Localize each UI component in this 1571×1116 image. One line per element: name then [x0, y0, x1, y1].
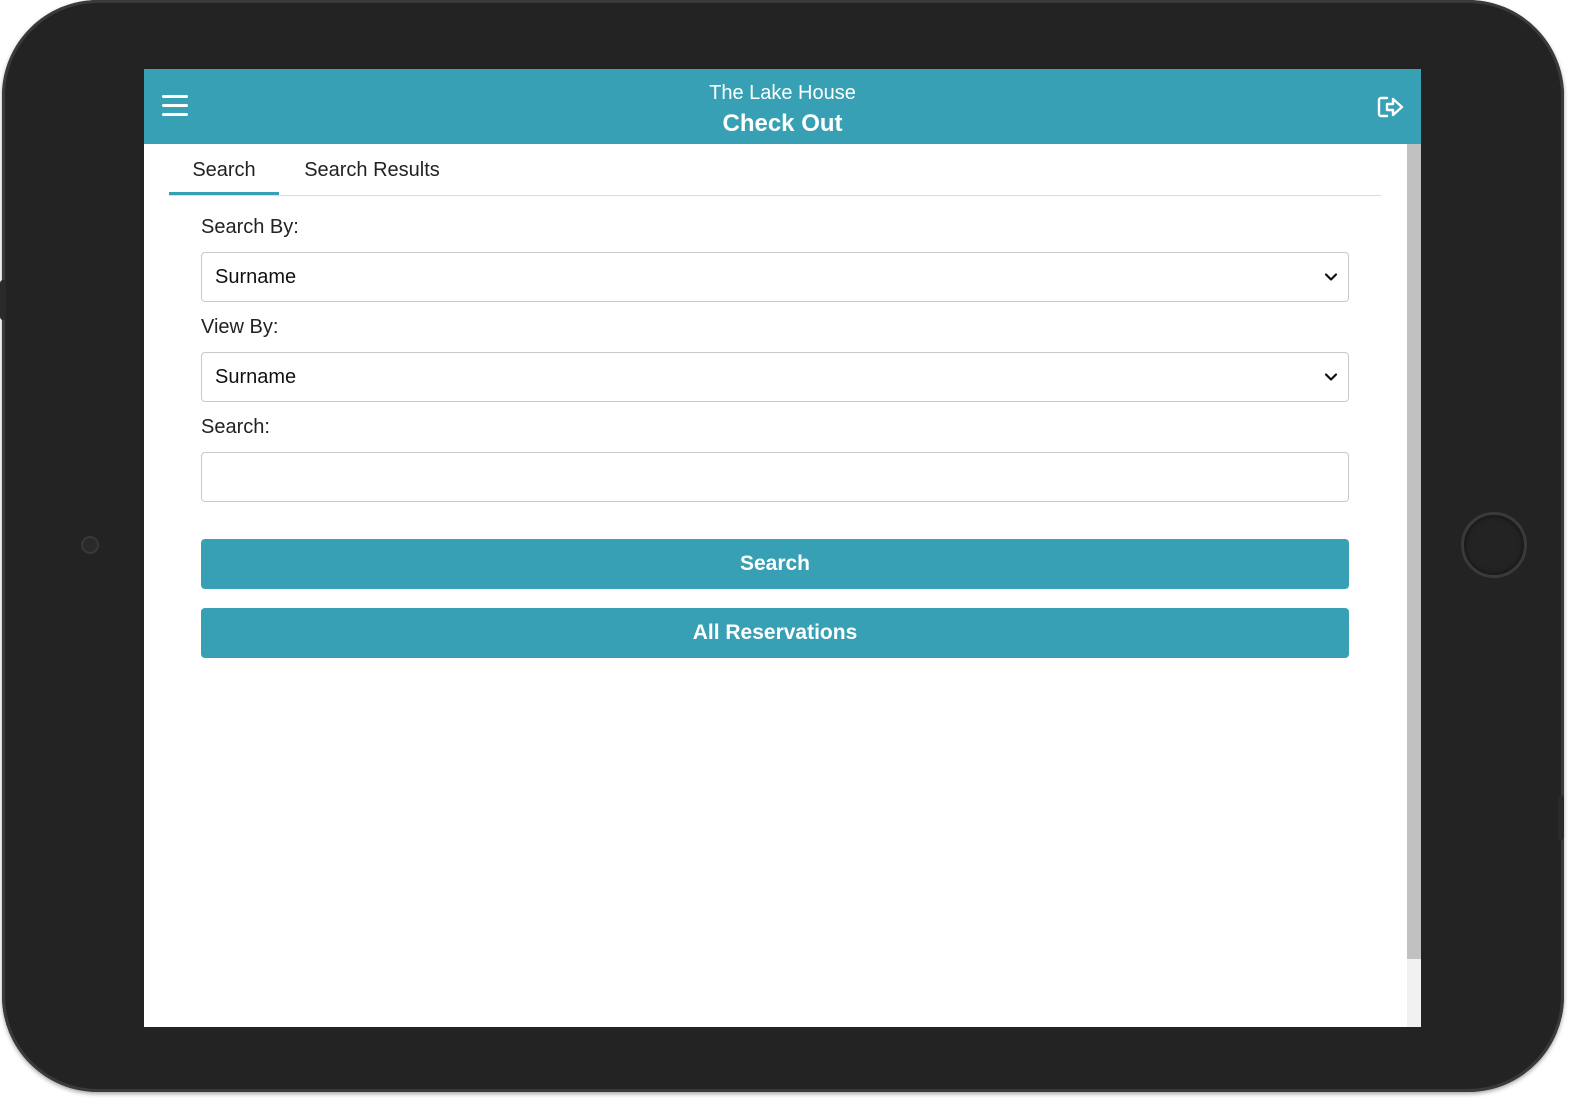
page-title: Check Out [722, 110, 843, 137]
logout-icon[interactable] [1374, 91, 1406, 123]
search-by-label: Search By: [201, 216, 299, 238]
home-button[interactable] [1461, 512, 1527, 578]
view-by-label: View By: [201, 316, 279, 338]
tab-bar: Search Search Results [169, 155, 1381, 196]
all-reservations-button[interactable]: All Reservations [201, 608, 1349, 658]
search-input[interactable] [201, 452, 1349, 502]
view-by-value: Surname [215, 366, 297, 388]
tablet-side-button-right [1558, 795, 1564, 840]
search-by-value: Surname [215, 266, 297, 288]
scrollbar-thumb[interactable] [1407, 144, 1421, 959]
app-header: The Lake House Check Out [144, 69, 1421, 144]
tablet-frame: The Lake House Check Out Search Search R… [0, 0, 1564, 1092]
search-by-select[interactable]: Surname [201, 252, 1349, 302]
property-name: The Lake House [709, 82, 856, 104]
tab-search-results[interactable]: Search Results [293, 155, 451, 192]
search-label: Search: [201, 416, 270, 438]
front-camera [81, 536, 99, 554]
view-by-select[interactable]: Surname [201, 352, 1349, 402]
tablet-side-button-left [0, 280, 6, 320]
search-button[interactable]: Search [201, 539, 1349, 589]
tab-search[interactable]: Search [169, 155, 279, 195]
chevron-down-icon [1324, 273, 1338, 281]
app-screen: The Lake House Check Out Search Search R… [144, 69, 1421, 1027]
vertical-scrollbar[interactable] [1407, 144, 1421, 1027]
chevron-down-icon [1324, 373, 1338, 381]
